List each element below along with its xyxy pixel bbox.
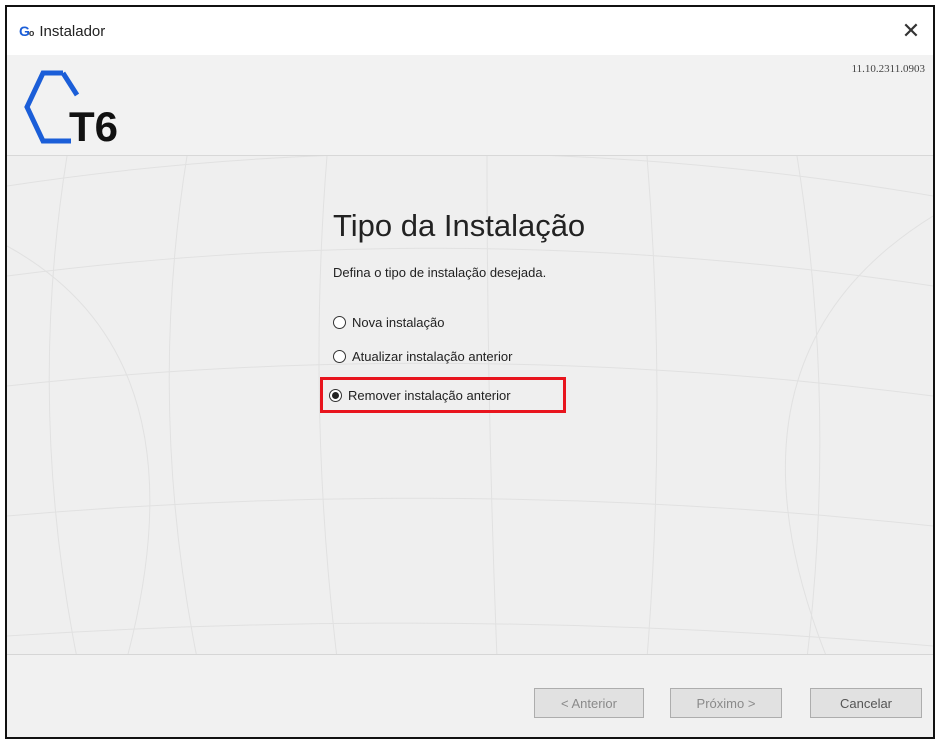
option-remover-instalacao[interactable]: Remover instalação anterior <box>320 377 566 413</box>
main-panel: Tipo da Instalação Defina o tipo de inst… <box>7 156 933 658</box>
t6-logo: T6 <box>24 70 118 147</box>
window-title: Instalador <box>39 22 106 40</box>
install-type-options: Nova instalação Atualizar instalação ant… <box>320 312 585 413</box>
page-title: Tipo da Instalação <box>333 208 586 243</box>
radio-button[interactable] <box>333 349 346 363</box>
logo-text: T6 <box>69 103 118 147</box>
close-button[interactable]: ✕ <box>897 17 925 45</box>
option-nova-instalacao[interactable]: Nova instalação <box>333 312 585 332</box>
next-button[interactable]: Próximo > <box>670 688 782 718</box>
back-button[interactable]: < Anterior <box>534 688 644 718</box>
option-label: Atualizar instalação anterior <box>352 348 513 364</box>
cancel-button[interactable]: Cancelar <box>810 688 922 718</box>
page-subtitle: Defina o tipo de instalação desejada. <box>333 265 547 280</box>
footer-bar: < Anterior Próximo > Cancelar <box>7 654 933 737</box>
content-area: Tipo da Instalação Defina o tipo de inst… <box>320 208 586 424</box>
radio-button-checked[interactable] <box>329 388 342 402</box>
radio-button[interactable] <box>333 315 346 329</box>
installer-window: Go Instalador ✕ T6 11.10.2311.0903 Tipo … <box>5 5 935 739</box>
option-label: Remover instalação anterior <box>348 387 511 403</box>
option-label: Nova instalação <box>352 314 445 330</box>
go-app-icon: Go <box>19 23 34 39</box>
version-label: 11.10.2311.0903 <box>851 63 925 75</box>
title-bar: Go Instalador ✕ <box>7 7 933 55</box>
header-banner: T6 11.10.2311.0903 <box>7 55 933 156</box>
option-atualizar-instalacao[interactable]: Atualizar instalação anterior <box>333 346 585 366</box>
close-icon: ✕ <box>901 18 921 43</box>
